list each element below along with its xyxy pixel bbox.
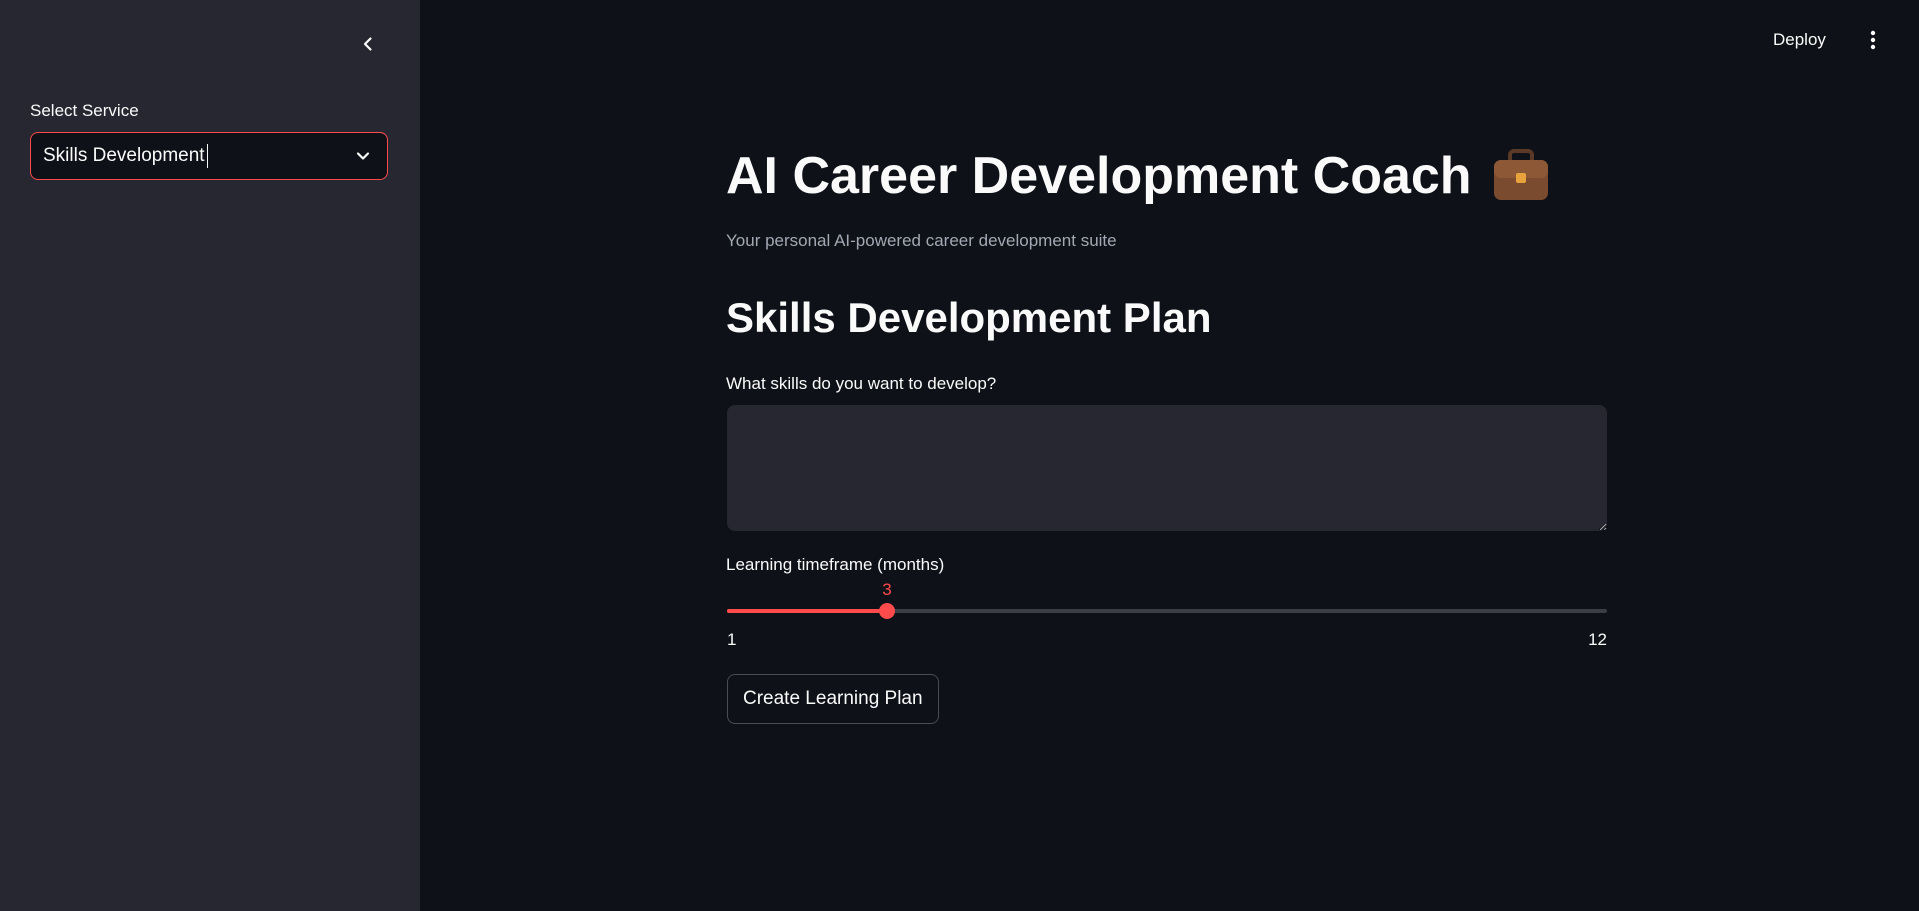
page-title: AI Career Development Coach (726, 142, 1550, 210)
skills-label: What skills do you want to develop? (726, 374, 997, 393)
chevron-down-icon (351, 144, 375, 168)
main-menu-button[interactable] (1862, 30, 1884, 54)
slider-thumb[interactable] (879, 603, 895, 619)
text-cursor (206, 144, 208, 168)
slider-min-label: 1 (727, 630, 737, 649)
timeframe-slider[interactable]: 3 1 12 (727, 580, 1607, 649)
service-select[interactable]: Skills Development (30, 132, 388, 180)
deploy-button[interactable]: Deploy (1773, 30, 1826, 50)
page-subtitle: Your personal AI-powered career developm… (726, 231, 1117, 250)
more-vertical-icon (1870, 30, 1876, 55)
briefcase-icon (1492, 149, 1550, 203)
select-service-label: Select Service (30, 101, 139, 120)
sidebar: Select Service Skills Development (0, 0, 420, 911)
chevron-left-icon (359, 35, 377, 58)
section-title: Skills Development Plan (726, 294, 1212, 341)
slider-fill (727, 609, 887, 613)
page-title-text: AI Career Development Coach (726, 147, 1472, 205)
collapse-sidebar-button[interactable] (352, 30, 384, 62)
timeframe-label: Learning timeframe (months) (726, 555, 945, 574)
create-learning-plan-button[interactable]: Create Learning Plan (727, 674, 939, 724)
slider-current-value: 3 (882, 580, 892, 599)
app-root: Select Service Skills Development Deploy… (0, 0, 1919, 911)
service-select-value: Skills Development (43, 145, 205, 167)
slider-max-label: 12 (1588, 630, 1607, 649)
skills-textarea[interactable] (727, 405, 1607, 531)
